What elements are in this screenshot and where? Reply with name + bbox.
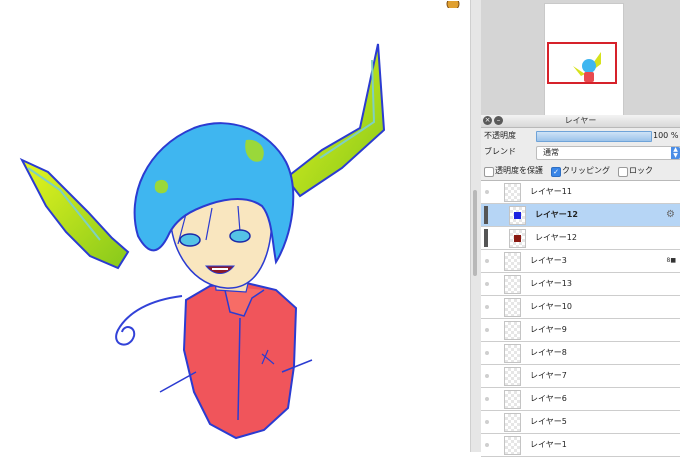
clipping-checkbox[interactable]: ✓ <box>551 167 561 177</box>
drawing-canvas[interactable] <box>0 0 470 452</box>
layer-row[interactable]: レイヤー8 <box>481 342 680 365</box>
layer-name: レイヤー8 <box>530 348 567 357</box>
layer-thumbnail <box>504 436 521 455</box>
layer-name: レイヤー13 <box>530 279 572 288</box>
layer-panel-titlebar: × – レイヤー <box>481 115 680 128</box>
layer-list: レイヤー11 レイヤー12 ⚙ レイヤー12 レイヤー3 8■ レイヤー13 レイヤー10 レイ… <box>481 180 680 457</box>
eye-icon[interactable] <box>485 328 489 332</box>
layer-thumbnail <box>504 321 521 340</box>
opacity-label: 不透明度 <box>484 131 516 140</box>
layer-thumbnail <box>509 229 526 248</box>
layer-thumbnail <box>509 206 526 225</box>
layer-thumbnail <box>504 344 521 363</box>
layer-row[interactable]: レイヤー12 <box>481 227 680 250</box>
layer-name: レイヤー3 <box>530 256 567 265</box>
clipping-indicator <box>484 229 488 247</box>
layer-thumbnail <box>504 183 521 202</box>
eye-icon[interactable] <box>485 282 489 286</box>
layer-name: レイヤー11 <box>530 187 572 196</box>
navigator-viewport-rect[interactable] <box>547 42 617 84</box>
eye-icon[interactable] <box>485 305 489 309</box>
layer-row[interactable]: レイヤー13 <box>481 273 680 296</box>
layer-name: レイヤー6 <box>530 394 567 403</box>
layer-row[interactable]: レイヤー5 <box>481 411 680 434</box>
layer-name: レイヤー1 <box>530 440 567 449</box>
layer-row[interactable]: レイヤー1 <box>481 434 680 457</box>
protect-transparency-label: 透明度を保護 <box>495 166 543 175</box>
clipping-indicator <box>484 206 488 224</box>
layer-color-swatch <box>514 235 521 242</box>
eye-icon[interactable] <box>485 190 489 194</box>
eye-icon[interactable] <box>485 374 489 378</box>
layer-name: レイヤー9 <box>530 325 567 334</box>
layer-row[interactable]: レイヤー11 <box>481 181 680 204</box>
layer-badge: 8■ <box>666 257 677 264</box>
layer-thumbnail <box>504 252 521 271</box>
blend-label: ブレンド <box>484 147 516 156</box>
eye-icon[interactable] <box>485 443 489 447</box>
layer-color-swatch <box>514 212 521 219</box>
layer-thumbnail <box>504 390 521 409</box>
lock-checkbox[interactable] <box>618 167 628 177</box>
canvas-scrollbar[interactable] <box>473 190 477 276</box>
opacity-slider[interactable] <box>536 131 652 142</box>
navigator-thumbnail[interactable] <box>544 3 624 116</box>
panel-title: レイヤー <box>564 116 597 125</box>
layer-panel: × – レイヤー 不透明度 100 % ブレンド 通常 ▲ ▼ 透明度を保護 ✓ … <box>481 115 680 457</box>
layer-thumbnail <box>504 275 521 294</box>
blend-mode-value: 通常 <box>543 148 559 157</box>
blend-mode-select[interactable]: 通常 ▲ ▼ <box>536 146 680 160</box>
layer-name: レイヤー12 <box>535 210 578 219</box>
chevron-updown-icon: ▲ ▼ <box>671 147 680 159</box>
app-icon <box>446 0 460 8</box>
layer-name: レイヤー10 <box>530 302 572 311</box>
layer-row[interactable]: レイヤー6 <box>481 388 680 411</box>
navigator-panel <box>481 0 680 116</box>
character-illustration <box>19 43 386 440</box>
clipping-label: クリッピング <box>562 166 610 175</box>
layer-thumbnail <box>504 367 521 386</box>
eye-icon[interactable] <box>485 259 489 263</box>
layer-name: レイヤー7 <box>530 371 567 380</box>
opacity-value: 100 % <box>653 131 679 140</box>
gear-icon[interactable]: ⚙ <box>666 209 675 221</box>
protect-transparency-checkbox[interactable] <box>484 167 494 177</box>
layer-name: レイヤー12 <box>535 233 577 242</box>
layer-name: レイヤー5 <box>530 417 567 426</box>
layer-row[interactable]: レイヤー9 <box>481 319 680 342</box>
layer-row[interactable]: レイヤー7 <box>481 365 680 388</box>
layer-thumbnail <box>504 298 521 317</box>
layer-row[interactable]: レイヤー12 ⚙ <box>481 204 680 227</box>
layer-row[interactable]: レイヤー3 8■ <box>481 250 680 273</box>
eye-icon[interactable] <box>485 397 489 401</box>
eye-icon[interactable] <box>485 420 489 424</box>
layer-thumbnail <box>504 413 521 432</box>
layer-row[interactable]: レイヤー10 <box>481 296 680 319</box>
lock-label: ロック <box>629 166 653 175</box>
eye-icon[interactable] <box>485 351 489 355</box>
